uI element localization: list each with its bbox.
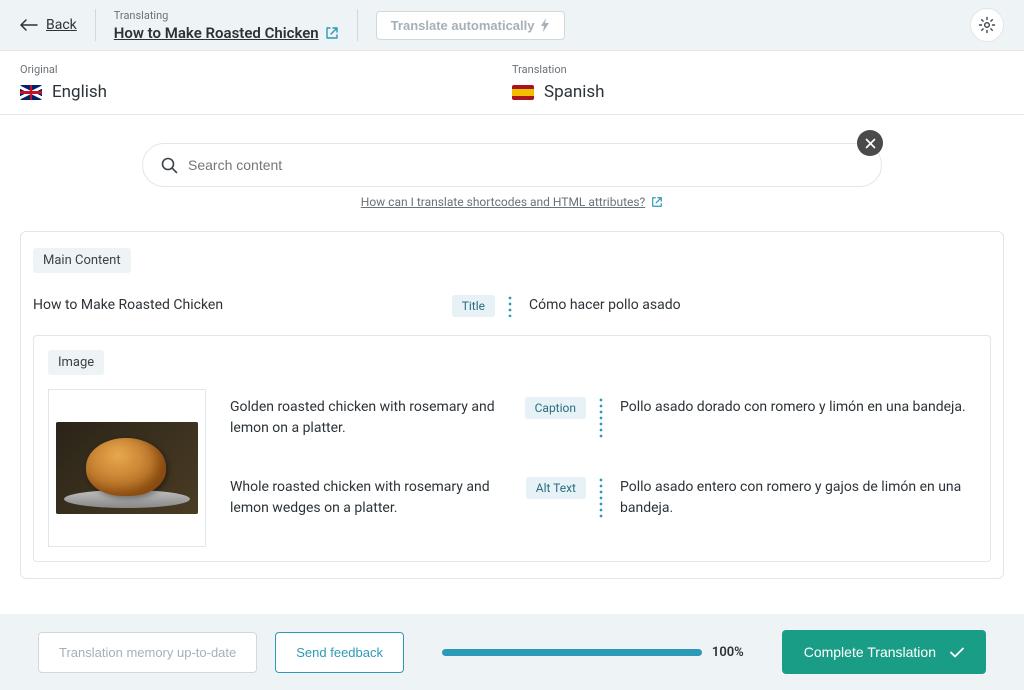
arrow-left-icon: [20, 19, 38, 31]
uk-flag-icon: [20, 85, 42, 100]
image-card: Image Golden roasted chicken with rosema…: [33, 335, 991, 562]
divider: [357, 9, 358, 41]
translation-lang-name: Spanish: [544, 82, 605, 102]
title-target[interactable]: Cómo hacer pollo asado: [525, 295, 991, 316]
divider: [95, 9, 96, 41]
gear-icon: [978, 16, 996, 34]
roasted-chicken-image: [56, 422, 198, 514]
back-link[interactable]: Back: [20, 17, 77, 33]
search-input-wrap: [142, 143, 882, 187]
translation-memory-button[interactable]: Translation memory up-to-date: [38, 632, 257, 673]
alt-text-row: Whole roasted chicken with rosemary and …: [230, 469, 976, 527]
search-icon: [161, 157, 178, 174]
caption-tag: Caption: [525, 397, 586, 419]
translating-block: Translating How to Make Roasted Chicken: [114, 9, 339, 42]
caption-row: Golden roasted chicken with rosemary and…: [230, 389, 976, 447]
separator: [507, 295, 513, 317]
title-source[interactable]: How to Make Roasted Chicken: [33, 295, 444, 316]
original-label: Original: [20, 63, 512, 76]
es-flag-icon: [512, 85, 534, 100]
progress-bar: [442, 649, 702, 656]
caption-target[interactable]: Pollo asado dorado con romero y limón en…: [616, 397, 976, 418]
alt-target[interactable]: Pollo asado entero con romero y gajos de…: [616, 477, 976, 519]
check-icon: [950, 647, 964, 658]
translating-title-link[interactable]: How to Make Roasted Chicken: [114, 24, 339, 42]
alt-text-tag: Alt Text: [526, 477, 586, 499]
complete-label: Complete Translation: [804, 644, 936, 660]
title-tag: Title: [452, 295, 495, 317]
language-header: Original English Translation Spanish: [0, 51, 1024, 115]
translating-title-text: How to Make Roasted Chicken: [114, 24, 319, 42]
separator: [598, 397, 604, 439]
translate-auto-label: Translate automatically: [391, 18, 535, 33]
search-area: How can I translate shortcodes and HTML …: [122, 143, 902, 209]
alt-source[interactable]: Whole roasted chicken with rosemary and …: [230, 477, 518, 519]
lightning-icon: [540, 18, 550, 32]
shortcodes-help-link[interactable]: How can I translate shortcodes and HTML …: [361, 195, 645, 209]
footer-bar: Translation memory up-to-date Send feedb…: [0, 614, 1024, 690]
title-row: How to Make Roasted Chicken Title Cómo h…: [33, 287, 991, 325]
translation-label: Translation: [512, 63, 1004, 76]
main-content-tag: Main Content: [33, 248, 131, 273]
settings-button[interactable]: [970, 8, 1004, 42]
progress-percent: 100%: [712, 645, 744, 660]
separator: [598, 477, 604, 519]
external-link-icon: [325, 26, 339, 40]
image-section-tag: Image: [48, 350, 104, 375]
original-lang-col: Original English: [20, 63, 512, 102]
original-lang-name: English: [52, 82, 107, 102]
translate-auto-button[interactable]: Translate automatically: [376, 11, 566, 40]
complete-translation-button[interactable]: Complete Translation: [782, 630, 986, 674]
content-card: Main Content How to Make Roasted Chicken…: [20, 231, 1004, 579]
send-feedback-button[interactable]: Send feedback: [275, 632, 404, 673]
header-bar: Back Translating How to Make Roasted Chi…: [0, 0, 1024, 51]
translation-lang-col: Translation Spanish: [512, 63, 1004, 102]
caption-source[interactable]: Golden roasted chicken with rosemary and…: [230, 397, 517, 439]
search-input[interactable]: [188, 157, 863, 173]
clear-search-button[interactable]: [857, 130, 883, 156]
translating-label: Translating: [114, 9, 339, 22]
close-icon: [865, 138, 876, 149]
external-link-icon: [651, 196, 663, 208]
image-thumbnail-box[interactable]: [48, 389, 206, 547]
progress-fill: [442, 649, 702, 656]
back-label: Back: [46, 17, 77, 33]
progress-wrap: 100%: [422, 645, 764, 660]
